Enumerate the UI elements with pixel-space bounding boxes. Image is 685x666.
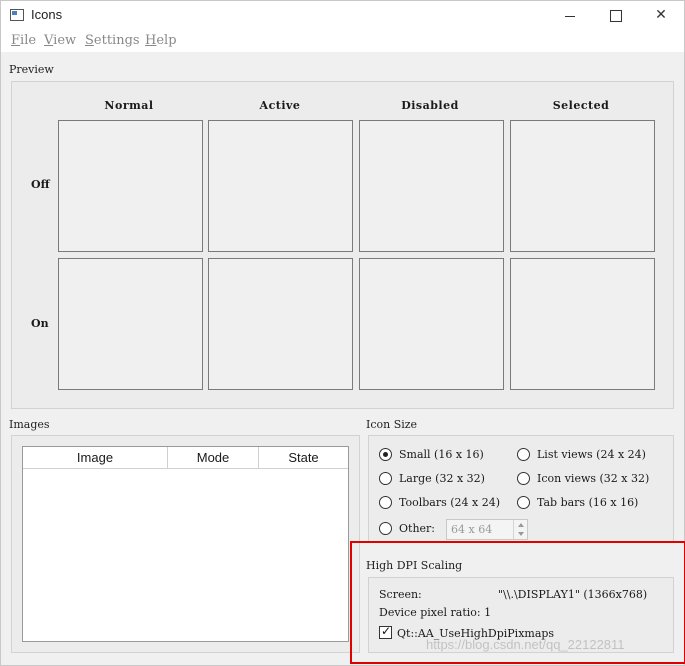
menu-view[interactable]: View	[44, 33, 76, 48]
icon-size-group-label: Icon Size	[366, 418, 418, 431]
preview-cell-off-disabled	[359, 120, 504, 252]
maximize-button[interactable]	[592, 1, 638, 30]
main-window: Icons ✕ File View Settings Help Preview …	[0, 0, 685, 666]
radio-other[interactable]: Other:	[379, 522, 435, 535]
column-header-active: Active	[259, 99, 301, 112]
column-header-disabled: Disabled	[401, 99, 459, 112]
menu-bar: File View Settings Help	[1, 30, 684, 52]
radio-list-views[interactable]: List views (24 x 24)	[517, 448, 646, 461]
row-header-on: On	[31, 317, 49, 330]
preview-cell-on-selected	[510, 258, 655, 390]
table-header-image[interactable]: Image	[23, 447, 168, 469]
spin-down-icon[interactable]	[518, 532, 524, 536]
radio-button[interactable]	[517, 448, 530, 461]
table-header-state[interactable]: State	[259, 447, 348, 469]
radio-button[interactable]	[379, 472, 392, 485]
radio-button[interactable]	[517, 496, 530, 509]
images-group-label: Images	[9, 418, 50, 431]
spin-up-icon[interactable]	[518, 523, 524, 527]
radio-icon-views[interactable]: Icon views (32 x 32)	[517, 472, 649, 485]
radio-tab-bars[interactable]: Tab bars (16 x 16)	[517, 496, 638, 509]
radio-button-checked[interactable]	[379, 448, 392, 461]
radio-button[interactable]	[379, 496, 392, 509]
preview-cell-off-active	[208, 120, 353, 252]
column-header-selected: Selected	[552, 99, 610, 112]
radio-small[interactable]: Small (16 x 16)	[379, 448, 484, 461]
column-header-normal: Normal	[104, 99, 154, 112]
radio-button[interactable]	[517, 472, 530, 485]
menu-settings[interactable]: Settings	[85, 33, 140, 48]
preview-cell-off-normal	[58, 120, 203, 252]
watermark: https://blog.csdn.net/qq_22122811	[426, 637, 625, 652]
title-bar[interactable]: Icons ✕	[1, 1, 684, 30]
radio-toolbars[interactable]: Toolbars (24 x 24)	[379, 496, 500, 509]
preview-cell-on-normal	[58, 258, 203, 390]
preview-cell-off-selected	[510, 120, 655, 252]
row-header-off: Off	[31, 178, 50, 191]
table-header-mode[interactable]: Mode	[168, 447, 259, 469]
window-title: Icons	[31, 7, 63, 22]
minimize-button[interactable]	[546, 1, 592, 30]
preview-cell-on-active	[208, 258, 353, 390]
radio-large[interactable]: Large (32 x 32)	[379, 472, 485, 485]
images-table[interactable]: Image Mode State	[22, 446, 349, 642]
close-button[interactable]: ✕	[638, 1, 684, 30]
other-size-spinbox[interactable]: 64 x 64	[446, 519, 528, 540]
preview-group-label: Preview	[9, 63, 54, 76]
preview-cell-on-disabled	[359, 258, 504, 390]
menu-file[interactable]: File	[11, 33, 36, 48]
other-size-value: 64 x 64	[451, 523, 493, 536]
spin-buttons[interactable]	[513, 520, 527, 539]
radio-button[interactable]	[379, 522, 392, 535]
menu-help[interactable]: Help	[145, 33, 177, 48]
app-icon	[10, 9, 24, 21]
